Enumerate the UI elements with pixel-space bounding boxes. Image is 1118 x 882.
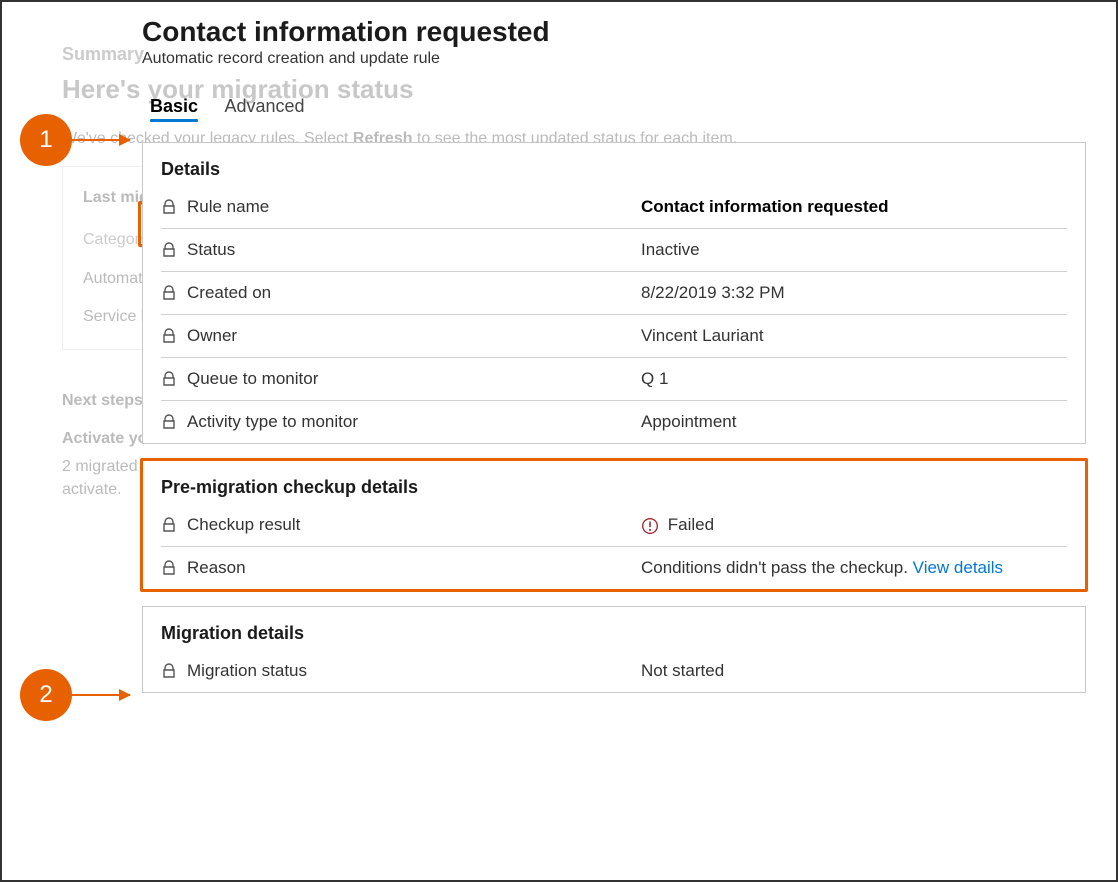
- callout-badge-2: 2: [20, 669, 72, 721]
- reason-label: Reason: [187, 558, 246, 578]
- migration-status-label: Migration status: [187, 661, 307, 681]
- lock-icon: [161, 517, 177, 533]
- callout-badge-1: 1: [20, 114, 72, 166]
- view-details-link[interactable]: View details: [913, 558, 1003, 577]
- field-label: Activity type to monitor: [187, 412, 358, 432]
- tabs: Basic Advanced: [142, 92, 1086, 126]
- record-detail-panel: Contact information requested Automatic …: [142, 16, 1086, 870]
- lock-icon: [161, 560, 177, 576]
- details-row: Rule name Contact information requested: [161, 186, 1067, 229]
- callout-arrow-2: [72, 694, 130, 696]
- field-label: Owner: [187, 326, 237, 346]
- checkup-result-label: Checkup result: [187, 515, 300, 535]
- details-row: Status Inactive: [161, 229, 1067, 272]
- field-value: Q 1: [641, 369, 668, 389]
- page-subtitle: Automatic record creation and update rul…: [142, 50, 1086, 68]
- migration-status-value: Not started: [641, 661, 724, 681]
- details-row: Created on 8/22/2019 3:32 PM: [161, 272, 1067, 315]
- field-label: Status: [187, 240, 235, 260]
- callout-arrow-1: [72, 139, 130, 141]
- checkup-heading: Pre-migration checkup details: [161, 477, 1067, 498]
- details-row: Queue to monitor Q 1: [161, 358, 1067, 401]
- page-title: Contact information requested: [142, 16, 1086, 48]
- field-value: Inactive: [641, 240, 700, 260]
- lock-icon: [161, 285, 177, 301]
- field-value: Appointment: [641, 412, 736, 432]
- details-row: Owner Vincent Lauriant: [161, 315, 1067, 358]
- lock-icon: [161, 371, 177, 387]
- lock-icon: [161, 242, 177, 258]
- checkup-result-value: Failed: [641, 515, 714, 535]
- field-value: 8/22/2019 3:32 PM: [641, 283, 785, 303]
- lock-icon: [161, 199, 177, 215]
- field-label: Rule name: [187, 197, 269, 217]
- lock-icon: [161, 328, 177, 344]
- reason-value: Conditions didn't pass the checkup. View…: [641, 558, 1003, 578]
- field-value: Vincent Lauriant: [641, 326, 764, 346]
- checkup-card: Pre-migration checkup details Checkup re…: [142, 460, 1086, 590]
- lock-icon: [161, 414, 177, 430]
- field-value: Contact information requested: [641, 197, 888, 217]
- lock-icon: [161, 663, 177, 679]
- migration-heading: Migration details: [161, 623, 1067, 644]
- details-heading: Details: [161, 159, 1067, 180]
- details-card: Details Rule name Contact information req…: [142, 142, 1086, 444]
- field-label: Queue to monitor: [187, 369, 318, 389]
- field-label: Created on: [187, 283, 271, 303]
- tab-basic[interactable]: Basic: [142, 92, 206, 126]
- details-row: Activity type to monitor Appointment: [161, 401, 1067, 443]
- tab-advanced[interactable]: Advanced: [217, 92, 313, 121]
- migration-card: Migration details Migration status Not s…: [142, 606, 1086, 693]
